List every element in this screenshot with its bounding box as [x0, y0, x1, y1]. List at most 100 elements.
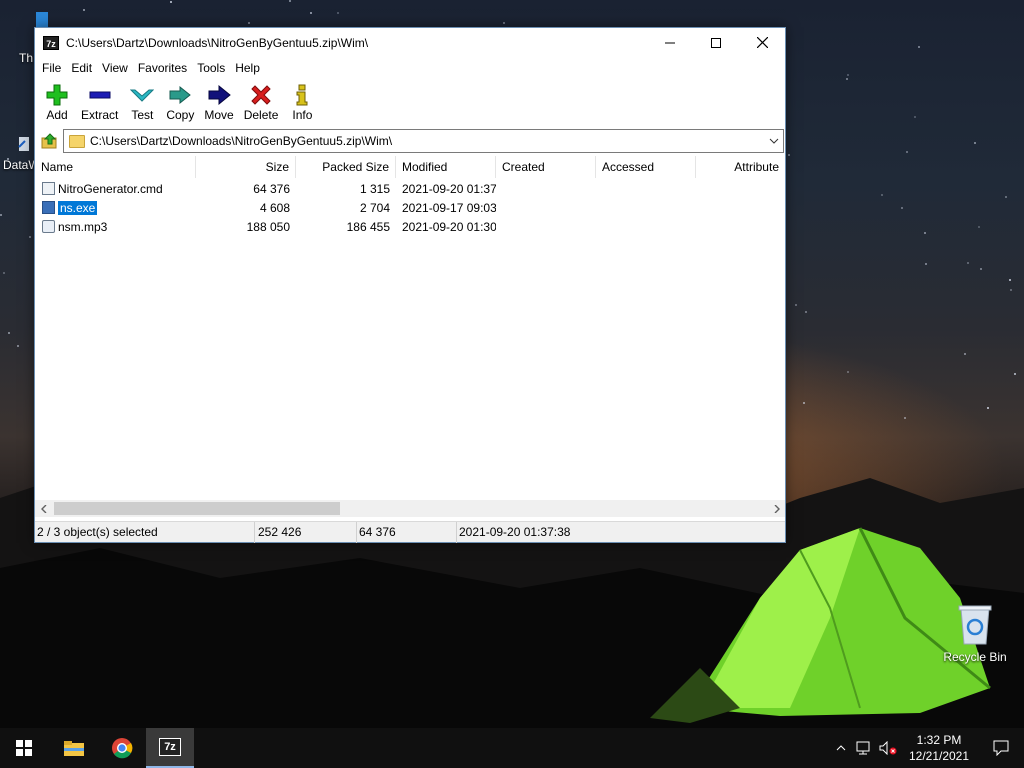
title-bar[interactable]: 7z C:\Users\Dartz\Downloads\NitroGenByGe…	[35, 28, 785, 57]
name-cell: NitroGenerator.cmd	[35, 182, 196, 196]
copy-arrow-icon	[168, 83, 192, 107]
taskbar-7zip[interactable]: 7z	[146, 728, 194, 768]
star	[337, 12, 339, 14]
taskbar-chrome[interactable]	[98, 728, 146, 768]
column-header-modified[interactable]: Modified	[396, 156, 496, 178]
menu-edit[interactable]: Edit	[66, 61, 97, 75]
menu-file[interactable]: File	[37, 61, 66, 75]
star	[925, 263, 927, 265]
up-folder-icon	[41, 133, 57, 149]
menu-favorites[interactable]: Favorites	[133, 61, 192, 75]
star	[803, 402, 805, 404]
delete-button[interactable]: Delete	[239, 79, 284, 122]
star	[805, 311, 807, 313]
column-header-packed-size[interactable]: Packed Size	[296, 156, 396, 178]
star	[918, 46, 920, 48]
chrome-icon	[112, 738, 133, 759]
packed-size-cell: 1 315	[359, 181, 390, 196]
recycle-bin-icon	[958, 605, 992, 645]
star	[83, 9, 85, 11]
toolbar: Add Extract Test Copy Move Delete Info	[35, 79, 785, 127]
taskbar-file-explorer[interactable]	[50, 728, 98, 768]
scroll-left-button[interactable]	[35, 500, 52, 517]
copy-label: Copy	[166, 108, 195, 122]
star	[980, 268, 982, 270]
desktop-icon-label: Recycle Bin	[943, 650, 1007, 664]
status-selected-size: 64 376	[357, 521, 457, 543]
network-button[interactable]	[852, 741, 876, 755]
file-explorer-icon	[64, 741, 84, 756]
start-button[interactable]	[0, 728, 48, 768]
info-label: Info	[292, 108, 313, 122]
star	[978, 226, 980, 228]
show-hidden-icons-button[interactable]	[830, 745, 852, 751]
star	[29, 236, 31, 238]
maximize-button[interactable]	[693, 28, 739, 57]
chevron-right-icon	[774, 504, 780, 513]
up-folder-button[interactable]	[37, 129, 63, 153]
address-bar: C:\Users\Dartz\Downloads\NitroGenByGentu…	[35, 127, 785, 155]
name-cell: nsm.mp3	[35, 220, 196, 234]
test-button[interactable]: Test	[123, 79, 161, 122]
add-label: Add	[46, 108, 68, 122]
scroll-track[interactable]	[52, 500, 768, 517]
column-header-accessed[interactable]: Accessed	[596, 156, 696, 178]
name-cell: ns.exe	[35, 200, 196, 215]
scroll-thumb[interactable]	[54, 502, 340, 515]
horizontal-scrollbar[interactable]	[35, 500, 785, 517]
menu-help[interactable]: Help	[230, 61, 265, 75]
clock[interactable]: 1:32 PM 12/21/2021	[900, 732, 978, 764]
size-cell: 64 376	[253, 181, 290, 196]
star	[1010, 289, 1012, 291]
check-icon	[130, 83, 155, 107]
add-button[interactable]: Add	[38, 79, 76, 122]
notification-icon	[993, 740, 1009, 756]
close-button[interactable]	[739, 28, 785, 57]
test-label: Test	[131, 108, 154, 122]
chevron-down-icon	[769, 138, 779, 144]
column-header-name[interactable]: Name	[35, 156, 196, 178]
star	[1009, 279, 1011, 281]
star	[788, 154, 790, 156]
size-cell: 188 050	[246, 219, 290, 234]
chevron-up-icon	[836, 745, 846, 751]
minimize-button[interactable]	[647, 28, 693, 57]
file-row[interactable]: nsm.mp3 188 050 186 455 2021-09-20 01:30	[35, 217, 785, 236]
menu-tools[interactable]: Tools	[192, 61, 230, 75]
star	[289, 0, 291, 2]
chevron-left-icon	[40, 504, 46, 513]
star	[310, 12, 312, 14]
desktop-icon-recycle-bin[interactable]: Recycle Bin	[940, 602, 1010, 664]
address-input[interactable]: C:\Users\Dartz\Downloads\NitroGenByGentu…	[63, 129, 784, 153]
menu-bar: File Edit View Favorites Tools Help	[35, 57, 785, 79]
star	[964, 353, 966, 355]
window-title: C:\Users\Dartz\Downloads\NitroGenByGentu…	[66, 35, 369, 50]
column-header-size[interactable]: Size	[196, 156, 296, 178]
star	[248, 22, 250, 24]
file-row[interactable]: NitroGenerator.cmd 64 376 1 315 2021-09-…	[35, 179, 785, 198]
menu-view[interactable]: View	[97, 61, 133, 75]
address-dropdown-button[interactable]	[765, 138, 783, 144]
status-selection: 2 / 3 object(s) selected	[35, 521, 255, 543]
file-row-selected[interactable]: ns.exe 4 608 2 704 2021-09-17 09:03	[35, 198, 785, 217]
file-manager-window: 7z C:\Users\Dartz\Downloads\NitroGenByGe…	[34, 27, 786, 543]
volume-button[interactable]	[876, 741, 900, 755]
exe-file-icon	[42, 201, 55, 214]
star	[0, 214, 2, 216]
star	[8, 332, 10, 334]
packed-size-cell: 2 704	[359, 200, 390, 215]
copy-button[interactable]: Copy	[161, 79, 199, 122]
desktop-icon-dataw[interactable]: DataW	[0, 135, 40, 172]
7zip-app-icon: 7z	[43, 35, 59, 50]
extract-button[interactable]: Extract	[76, 79, 123, 122]
status-modified: 2021-09-20 01:37:38	[459, 524, 571, 539]
star	[901, 207, 903, 209]
minus-icon	[88, 83, 112, 107]
star	[17, 345, 19, 347]
column-header-attributes[interactable]: Attribute	[696, 156, 785, 178]
info-button[interactable]: Info	[283, 79, 321, 122]
action-center-button[interactable]	[978, 740, 1024, 756]
column-header-created[interactable]: Created	[496, 156, 596, 178]
scroll-right-button[interactable]	[768, 500, 785, 517]
move-button[interactable]: Move	[199, 79, 238, 122]
